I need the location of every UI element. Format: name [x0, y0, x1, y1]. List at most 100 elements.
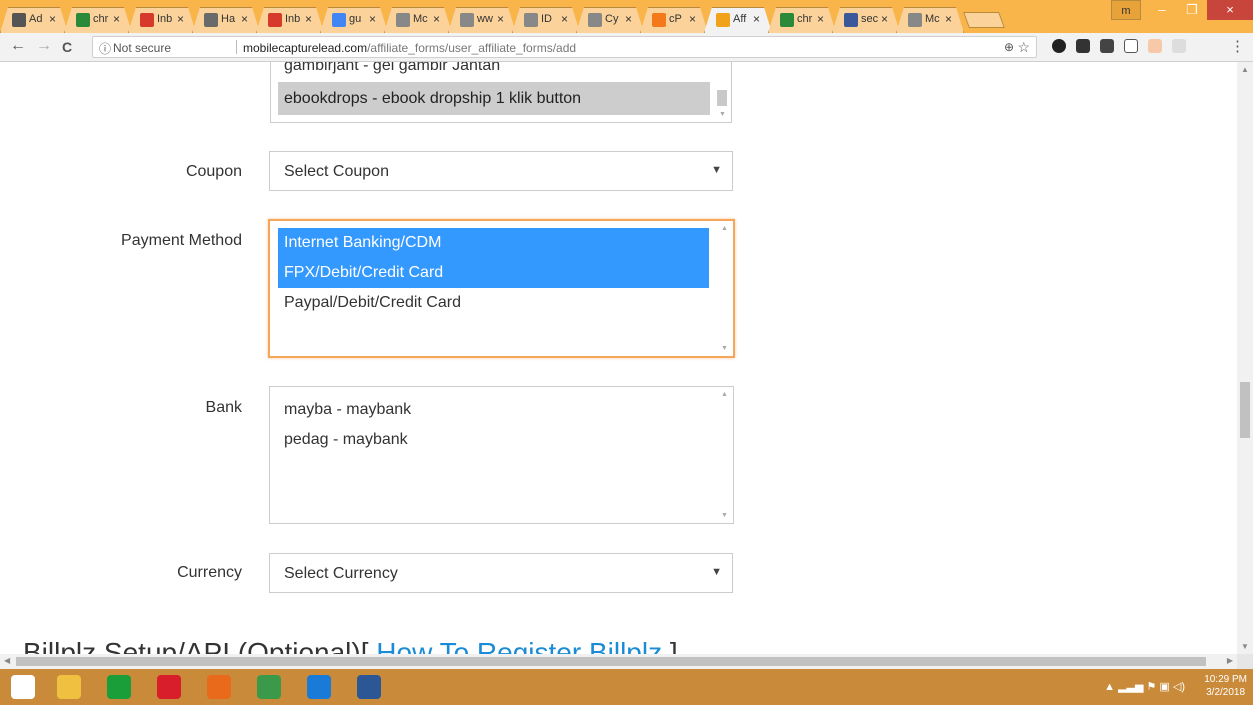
taskbar-clock[interactable]: 10:29 PM 3/2/2018: [1204, 673, 1247, 699]
tab-close-icon[interactable]: ×: [561, 12, 568, 26]
browser-tab[interactable]: gu ×: [320, 7, 388, 33]
currency-label: Currency: [177, 564, 242, 581]
start-taskbar-icon[interactable]: [0, 672, 46, 702]
currency-select[interactable]: Select Currency ▼: [269, 553, 733, 593]
page-vertical-scrollbar[interactable]: ▲ ▼: [1237, 62, 1253, 654]
list-option[interactable]: pedag - maybank: [278, 425, 709, 455]
store-taskbar-icon[interactable]: [96, 672, 142, 702]
tab-close-icon[interactable]: ×: [177, 12, 184, 26]
extension-icon-1[interactable]: [1052, 39, 1066, 53]
opera-taskbar-icon[interactable]: [146, 672, 192, 702]
page-hscroll-thumb[interactable]: [16, 657, 1206, 666]
word-taskbar-icon[interactable]: [346, 672, 392, 702]
system-tray-icons[interactable]: ▲ ▂▃▅ ⚑ ▣ ◁): [1104, 680, 1185, 693]
bank-listbox-scrollbar[interactable]: ▲ ▼: [716, 387, 733, 523]
payment-listbox-scrollbar[interactable]: ▲ ▼: [716, 221, 733, 356]
tab-close-icon[interactable]: ×: [241, 12, 248, 26]
scroll-down-arrow-icon[interactable]: ▼: [721, 345, 728, 352]
browser-tab[interactable]: chr ×: [768, 7, 836, 33]
page-scroll-thumb[interactable]: [1240, 382, 1250, 438]
tab-close-icon[interactable]: ×: [625, 12, 632, 26]
maximize-button[interactable]: ❐: [1177, 0, 1207, 20]
coupon-select[interactable]: Select Coupon ▼: [269, 151, 733, 191]
browser-tab[interactable]: cP ×: [640, 7, 708, 33]
bookmark-star-icon[interactable]: ☆: [1017, 39, 1030, 56]
browser-tab[interactable]: chr ×: [64, 7, 132, 33]
list-option[interactable]: Paypal/Debit/Credit Card: [278, 288, 709, 318]
scroll-down-arrow-icon[interactable]: ▼: [1241, 642, 1249, 651]
list-option[interactable]: gambirjant - gel gambir Jantan: [278, 62, 710, 82]
url-text[interactable]: mobilecapturelead.com/affiliate_forms/us…: [243, 41, 576, 55]
chrome-menu-icon[interactable]: ⋮: [1230, 37, 1245, 55]
browser-tab[interactable]: Mc ×: [384, 7, 452, 33]
forward-button[interactable]: →: [36, 37, 52, 55]
windows-taskbar: ▲ ▂▃▅ ⚑ ▣ ◁) 10:29 PM 3/2/2018: [0, 669, 1253, 705]
extension-icon-6[interactable]: [1172, 39, 1186, 53]
tab-close-icon[interactable]: ×: [945, 12, 952, 26]
page-icon: [588, 13, 602, 27]
browser-tab[interactable]: Cy ×: [576, 7, 644, 33]
list-option[interactable]: mayba - maybank: [278, 395, 709, 425]
tab-close-icon[interactable]: ×: [817, 12, 824, 26]
scroll-up-arrow-icon[interactable]: ▲: [721, 225, 728, 232]
chrome-icon: [780, 13, 794, 27]
browser-tab[interactable]: Inb ×: [128, 7, 196, 33]
list-option[interactable]: ebookdrops - ebook dropship 1 klik butto…: [278, 82, 710, 115]
browser-tab[interactable]: Ha ×: [192, 7, 260, 33]
close-window-button[interactable]: ×: [1207, 0, 1253, 20]
browser-tab[interactable]: Mc ×: [896, 7, 964, 33]
profile-button[interactable]: m: [1111, 0, 1141, 20]
tab-close-icon[interactable]: ×: [689, 12, 696, 26]
list-option[interactable]: Internet Banking/CDM: [278, 228, 709, 258]
browser-tab[interactable]: Aff ×: [704, 7, 772, 33]
internet-explorer-taskbar-icon[interactable]: [296, 672, 342, 702]
list-option[interactable]: FPX/Debit/Credit Card: [278, 258, 709, 288]
tab-close-icon[interactable]: ×: [113, 12, 120, 26]
zoom-icon[interactable]: ⊕: [1004, 40, 1014, 54]
scroll-up-arrow-icon[interactable]: ▲: [1241, 65, 1249, 74]
scroll-right-arrow-icon[interactable]: ▶: [1227, 656, 1233, 665]
product-listbox[interactable]: gambirjant - gel gambir Jantan ebookdrops…: [270, 62, 732, 123]
scroll-down-arrow-icon[interactable]: ▼: [721, 512, 728, 519]
extension-icon-4[interactable]: [1124, 39, 1138, 53]
file-explorer-taskbar-icon[interactable]: [46, 672, 92, 702]
back-button[interactable]: ←: [10, 37, 26, 55]
extension-icon-3[interactable]: [1100, 39, 1114, 53]
address-bar[interactable]: ⓘ Not secure mobilecapturelead.com/affil…: [92, 36, 1037, 58]
extension-icon-2[interactable]: [1076, 39, 1090, 53]
chrome-taskbar-icon[interactable]: [246, 672, 292, 702]
tab-title: cP: [669, 13, 682, 25]
scroll-down-arrow-icon[interactable]: ▼: [719, 111, 726, 118]
page-icon: [908, 13, 922, 27]
scroll-left-arrow-icon[interactable]: ◀: [4, 656, 10, 665]
tab-close-icon[interactable]: ×: [369, 12, 376, 26]
new-tab-button[interactable]: [963, 12, 1005, 28]
scroll-up-arrow-icon[interactable]: ▲: [721, 391, 728, 398]
minimize-button[interactable]: –: [1147, 0, 1177, 20]
tab-close-icon[interactable]: ×: [881, 12, 888, 26]
browser-tab[interactable]: ID ×: [512, 7, 580, 33]
browser-tab[interactable]: sec ×: [832, 7, 900, 33]
browser-tab[interactable]: ww ×: [448, 7, 516, 33]
tab-close-icon[interactable]: ×: [753, 12, 760, 26]
facebook-icon: [844, 13, 858, 27]
tab-close-icon[interactable]: ×: [497, 12, 504, 26]
browser-tab[interactable]: Ad ×: [0, 7, 68, 33]
product-listbox-scrollbar[interactable]: ▼: [714, 62, 731, 122]
reload-button[interactable]: C: [62, 39, 72, 55]
page-horizontal-scrollbar[interactable]: ◀ ▶: [0, 654, 1237, 669]
security-status[interactable]: Not secure: [113, 41, 171, 55]
tab-close-icon[interactable]: ×: [49, 12, 56, 26]
firefox-taskbar-icon[interactable]: [196, 672, 242, 702]
tab-close-icon[interactable]: ×: [433, 12, 440, 26]
bank-options: mayba - maybank pedag - maybank: [278, 395, 709, 455]
browser-tab[interactable]: Inb ×: [256, 7, 324, 33]
payment-method-listbox[interactable]: Internet Banking/CDM FPX/Debit/Credit Car…: [268, 219, 735, 358]
how-to-register-billplz-link[interactable]: How To Register Billplz: [376, 637, 662, 654]
info-icon[interactable]: ⓘ: [99, 40, 111, 57]
scroll-thumb[interactable]: [717, 90, 727, 106]
extension-icon-5[interactable]: [1148, 39, 1162, 53]
bank-listbox[interactable]: mayba - maybank pedag - maybank ▲ ▼: [269, 386, 734, 524]
tab-close-icon[interactable]: ×: [305, 12, 312, 26]
calendar-icon: [12, 13, 26, 27]
